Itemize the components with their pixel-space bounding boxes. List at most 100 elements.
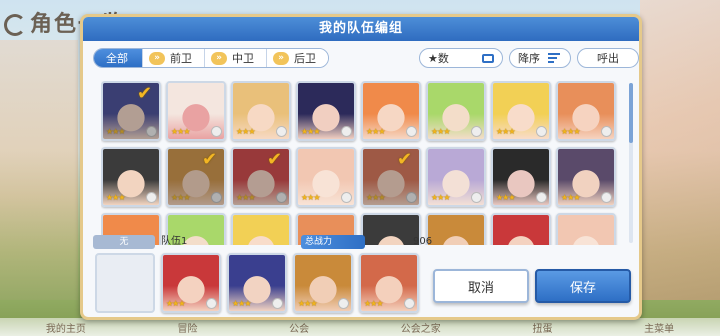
roster-character-card[interactable]: ★★★ [426, 147, 486, 207]
roster-character-card[interactable]: ★★★ [556, 81, 616, 141]
star-rating: ★★★ [366, 193, 385, 202]
rank-badge-icon [272, 298, 283, 309]
tab-midguard-label: 中卫 [232, 52, 254, 65]
star-rating: ★★★ [236, 193, 255, 202]
star-rating: ★★★ [171, 193, 190, 202]
star-rating: ★★★ [236, 127, 255, 136]
character-portrait [558, 215, 614, 245]
roster-character-card[interactable]: ★★★ [231, 81, 291, 141]
team-member-card[interactable]: ★★★ [227, 253, 287, 313]
tab-rearguard[interactable]: » 后卫 [267, 49, 328, 67]
rank-badge-icon [146, 192, 157, 203]
bottom-navigation: 我的主页 冒险 公会 公会之家 扭蛋 主菜单 [0, 318, 720, 336]
star-rating: ★★★ [171, 127, 190, 136]
team-tag: 无 [93, 235, 155, 249]
rank-badge-icon [536, 126, 547, 137]
roster-character-card[interactable]: ★★★ [491, 147, 551, 207]
nav-guild[interactable]: 公会 [289, 320, 309, 335]
star-rating: ★★★ [106, 193, 125, 202]
rank-badge-icon [341, 126, 352, 137]
star-rating: ★★★ [431, 127, 450, 136]
background-characters-right [640, 0, 720, 300]
rank-badge-icon [211, 192, 222, 203]
tab-rearguard-label: 后卫 [294, 52, 316, 65]
star-rating: ★★★ [301, 193, 320, 202]
rank-badge-icon [404, 298, 415, 309]
nav-adventure[interactable]: 冒险 [177, 320, 197, 335]
team-member-card[interactable]: ★★★ [359, 253, 419, 313]
roster-character-card[interactable] [491, 213, 551, 245]
swirl-icon [4, 14, 26, 36]
roster-character-card[interactable]: ★★★ [491, 81, 551, 141]
roster-character-card[interactable]: ★★★ [296, 147, 356, 207]
rank-badge-icon [406, 126, 417, 137]
background-characters-left [0, 40, 78, 300]
roster-character-card[interactable] [426, 213, 486, 245]
checkmark-icon: ✔ [397, 149, 413, 170]
star-rating: ★★★ [106, 127, 125, 136]
team-member-card[interactable]: ★★★ [161, 253, 221, 313]
sort-order-button[interactable]: 降序 [509, 48, 571, 68]
checkmark-icon: ✔ [137, 83, 153, 104]
save-button[interactable]: 保存 [535, 269, 631, 303]
call-out-button[interactable]: 呼出 [577, 48, 639, 68]
star-rating: ★★★ [431, 193, 450, 202]
roster-character-card[interactable]: ★★★ [101, 147, 161, 207]
total-power-value: 906 [413, 236, 433, 247]
team-info-bar: 无 队伍1 总战力 906 [93, 235, 433, 249]
character-portrait [428, 215, 484, 245]
star-rating: ★★★ [298, 299, 317, 308]
tab-all[interactable]: 全部 [94, 49, 143, 67]
rank-badge-icon [471, 126, 482, 137]
sort-field-label: ★数 [428, 52, 449, 65]
empty-team-slot[interactable] [95, 253, 155, 313]
rank-badge-icon [146, 126, 157, 137]
roster-scrollbar-thumb[interactable] [629, 83, 633, 143]
roster-character-card[interactable]: ★★★ ✔ [166, 147, 226, 207]
rank-badge-icon [276, 192, 287, 203]
tab-midguard[interactable]: » 中卫 [205, 49, 267, 67]
checkmark-icon: ✔ [202, 149, 218, 170]
rank-badge-icon [276, 126, 287, 137]
star-rating: ★★★ [366, 127, 385, 136]
rank-badge-icon [206, 298, 217, 309]
roster-character-card[interactable]: ★★★ [556, 147, 616, 207]
cancel-button[interactable]: 取消 [433, 269, 529, 303]
star-rating: ★★★ [496, 127, 515, 136]
roster-character-card[interactable]: ★★★ [426, 81, 486, 141]
modal-title: 我的队伍编组 [83, 17, 639, 41]
checkmark-icon: ✔ [267, 149, 283, 170]
nav-home[interactable]: 我的主页 [46, 320, 86, 335]
total-power-label: 总战力 [301, 235, 365, 249]
sort-lines-icon [548, 51, 560, 65]
character-portrait [493, 215, 549, 245]
team-formation-modal: 我的队伍编组 全部 » 前卫 » 中卫 » 后卫 ★数 降序 呼出 ★★★ ✔ ★★★ ★★… [80, 14, 642, 320]
rank-badge-icon [471, 192, 482, 203]
chevron-icon: » [149, 51, 165, 65]
nav-main-menu[interactable]: 主菜单 [644, 320, 674, 335]
roster-character-card[interactable]: ★★★ ✔ [231, 147, 291, 207]
nav-guild-home[interactable]: 公会之家 [401, 320, 441, 335]
roster-character-card[interactable] [556, 213, 616, 245]
rank-badge-icon [341, 192, 352, 203]
rank-badge-icon [338, 298, 349, 309]
nav-gacha[interactable]: 扭蛋 [532, 320, 552, 335]
rank-badge-icon [406, 192, 417, 203]
tab-vanguard[interactable]: » 前卫 [143, 49, 205, 67]
star-rating: ★★★ [561, 127, 580, 136]
roster-character-card[interactable]: ★★★ [361, 81, 421, 141]
roster-character-card[interactable]: ★★★ [296, 81, 356, 141]
team-member-card[interactable]: ★★★ [293, 253, 353, 313]
position-tabs: 全部 » 前卫 » 中卫 » 后卫 [93, 48, 329, 68]
star-rating: ★★★ [496, 193, 515, 202]
roster-character-card[interactable]: ★★★ ✔ [361, 147, 421, 207]
team-name: 队伍1 [161, 236, 188, 247]
roster-character-card[interactable]: ★★★ ✔ [101, 81, 161, 141]
roster-character-card[interactable]: ★★★ [166, 81, 226, 141]
sort-field-button[interactable]: ★数 [419, 48, 503, 68]
sort-order-label: 降序 [518, 52, 540, 65]
rank-badge-icon [536, 192, 547, 203]
star-rating: ★★★ [561, 193, 580, 202]
filter-row: 全部 » 前卫 » 中卫 » 后卫 ★数 降序 呼出 [93, 48, 639, 70]
chevron-icon: » [211, 51, 227, 65]
